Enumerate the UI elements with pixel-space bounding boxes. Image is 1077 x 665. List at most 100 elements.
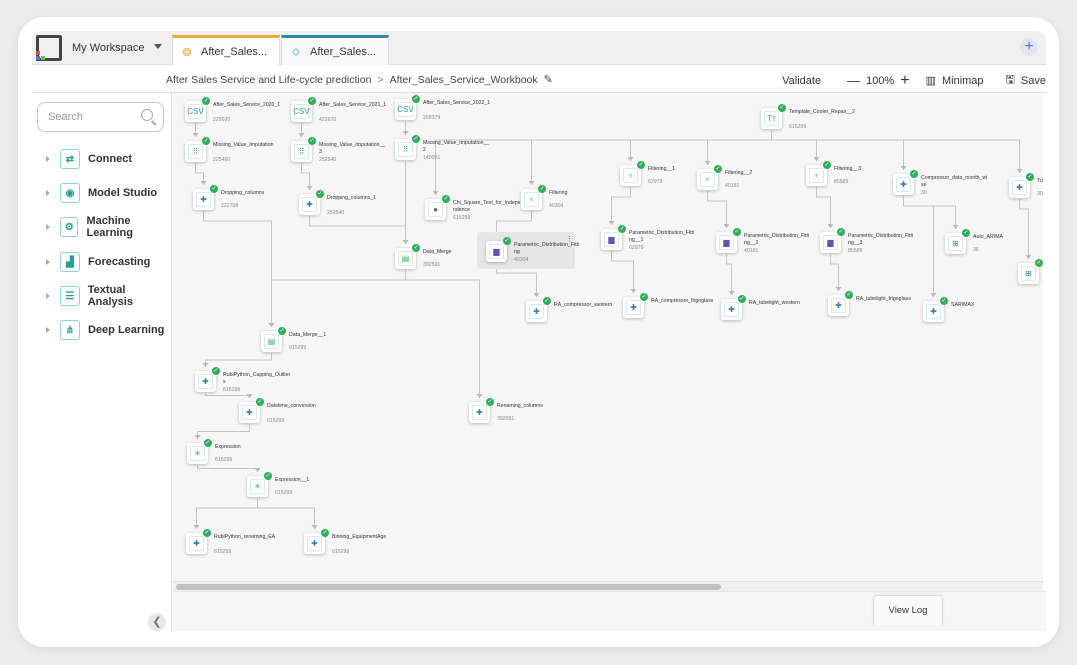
horizontal-scrollbar[interactable] [173, 581, 1043, 591]
chart-icon: ▆ [719, 235, 734, 250]
success-check-icon: ✓ [412, 244, 420, 252]
workflow-node[interactable]: ▤ ✓ Data_Merge__1 615299 [261, 327, 431, 371]
node-label: Parametric_Distribution_Fitting__1 [629, 230, 695, 243]
breadcrumb-project[interactable]: After Sales Service and Life-cycle predi… [166, 74, 371, 86]
workflow-node[interactable]: ✚ ✓ Binning_EquipmentAge 615299 [304, 529, 474, 573]
sidebar-item-textual-analysis[interactable]: ☰ Textual Analysis [32, 284, 172, 308]
node-label: Tube_wis [1037, 178, 1043, 184]
success-check-icon: ✓ [940, 297, 948, 305]
workflow-node[interactable]: ✚ ✓ Datetime_conversion 615299 [239, 398, 409, 442]
node-label: Parametric_Distribution_Fitting [514, 242, 580, 255]
workflow-icon: ❂ [182, 46, 192, 59]
sidebar-item-model-studio[interactable]: ◉ Model Studio [32, 181, 172, 205]
view-log-button[interactable]: View Log [873, 595, 943, 625]
node-count: 615299 [214, 549, 232, 555]
more-options-icon[interactable]: ⋮ [566, 235, 573, 243]
caret-right-icon[interactable] [46, 327, 50, 333]
success-check-icon: ✓ [210, 185, 218, 193]
workflow-node[interactable]: CSV ✓ After_Sales_Service_2022_1 268379 [395, 95, 565, 139]
edge-arrow-icon [528, 181, 535, 185]
success-check-icon: ✓ [264, 472, 272, 480]
edge-arrow-icon [533, 293, 540, 297]
workflow-canvas[interactable]: CSV ✓ After_Sales_Service_2020_1 225920 CSV ✓… [173, 93, 1043, 581]
canvas-toolbar: Validate — 100% + ▥ Minimap 🖫 Save [782, 71, 1046, 90]
collapse-sidebar-button[interactable]: ❮ [148, 613, 166, 631]
caret-right-icon[interactable] [46, 190, 50, 196]
workspace-logo-icon [36, 35, 62, 61]
sidebar-item-connect[interactable]: ⇄ Connect [32, 147, 172, 171]
success-check-icon: ✓ [845, 291, 853, 299]
node-label: Filtering [549, 190, 568, 196]
node-label: After_Sales_Service_2020_1 [213, 102, 281, 108]
caret-right-icon[interactable] [46, 259, 50, 265]
node-label: Expression__1 [275, 477, 310, 483]
node-label: Filtering__2 [725, 170, 753, 176]
arima-icon: ⊞ [1021, 266, 1036, 281]
python-icon: ✚ [626, 300, 641, 315]
machine-learning-icon: ⚙ [60, 217, 79, 237]
success-check-icon: ✓ [278, 327, 286, 335]
grid-icon: ⠿ [188, 144, 203, 159]
python-icon: ✚ [302, 197, 317, 212]
success-check-icon: ✓ [1035, 259, 1043, 267]
workflow-node[interactable]: ✚ ✓ SARIMAX [923, 297, 1043, 341]
add-tab-button[interactable]: + [1020, 38, 1038, 56]
sidebar-item-label: Deep Learning [88, 324, 165, 336]
scrollbar-thumb[interactable] [176, 584, 721, 590]
node-label: Dropping_columns [221, 190, 265, 196]
success-check-icon: ✓ [618, 225, 626, 233]
workspace-selector[interactable]: My Workspace [32, 31, 170, 65]
search-icon[interactable] [141, 109, 153, 121]
edge-arrow-icon [202, 363, 209, 367]
validate-button[interactable]: Validate [782, 75, 821, 87]
node-label: SARIMAX [951, 302, 975, 308]
node-label: Parametric_Distribution_Fitting__2 [744, 233, 810, 246]
workflow-node[interactable]: ✳ ✓ Expression__1 615299 [247, 472, 417, 516]
python-icon: ✚ [831, 298, 846, 313]
sidebar-item-forecasting[interactable]: ▟ Forecasting [32, 250, 172, 274]
save-button[interactable]: 🖫 Save [1006, 71, 1046, 90]
tab-workflow-1[interactable]: ❂ After_Sales... [172, 35, 280, 66]
save-label: Save [1020, 74, 1046, 87]
edge-arrow-icon [835, 287, 842, 291]
breadcrumb-workbook: After_Sales_Service_Workbook [389, 73, 538, 86]
node-label: After_Sales_Service_2022_1 [423, 100, 491, 106]
node-label: Datetime_conversion [267, 403, 316, 409]
sidebar-item-machine-learning[interactable]: ⚙ Machine Learning [32, 215, 172, 239]
breadcrumb-separator: > [377, 73, 384, 86]
merge-icon: ▤ [264, 334, 279, 349]
caret-right-icon[interactable] [46, 224, 50, 230]
edge-arrow-icon [193, 525, 200, 529]
success-check-icon: ✓ [321, 529, 329, 537]
workflow-node[interactable]: ⠿ ✓ Missing_Value_Imputation__2 140051 [395, 135, 565, 179]
zoom-in-button[interactable]: + [900, 72, 909, 90]
node-count: 252540 [319, 157, 337, 163]
node-count: 615299 [215, 457, 233, 463]
node-label: RA_compressor_western [554, 302, 613, 308]
python-icon: ✚ [926, 304, 941, 319]
node-count: 392591 [423, 262, 441, 268]
edit-icon[interactable]: ✎ [544, 73, 553, 86]
success-check-icon: ✓ [412, 95, 420, 103]
sidebar-item-label: Forecasting [88, 256, 151, 268]
filter-icon: ♆ [524, 192, 539, 207]
workflow-node[interactable]: ⊞✓A3 [1018, 259, 1043, 303]
workflow-node[interactable]: ✚✓Tube_wis 30 [1009, 173, 1043, 217]
node-count: 392591 [497, 416, 515, 422]
node-count: 225460 [213, 157, 231, 163]
search-input[interactable]: Search [37, 102, 164, 132]
caret-right-icon[interactable] [46, 293, 50, 299]
zoom-out-button[interactable]: — [847, 73, 860, 88]
caret-right-icon[interactable] [46, 156, 50, 162]
minimap-button[interactable]: ▥ Minimap [926, 74, 984, 88]
success-check-icon: ✓ [412, 135, 420, 143]
workflow-node[interactable]: ✚ ✓ Renaming_columns 392591 [469, 398, 639, 442]
sidebar-item-deep-learning[interactable]: ⋔ Deep Learning [32, 318, 172, 342]
tab-workflow-2[interactable]: ⬦ After_Sales... [281, 35, 389, 66]
csv-icon: CSV [293, 104, 310, 119]
chart-icon: ▆ [823, 235, 838, 250]
node-count: 615299 [332, 549, 350, 555]
workflow-node[interactable]: Tт ✓ Template_Cooler_Repair__2 615299 [761, 104, 931, 148]
chart-icon: ▆ [604, 232, 619, 247]
chevron-down-icon[interactable] [154, 44, 162, 49]
